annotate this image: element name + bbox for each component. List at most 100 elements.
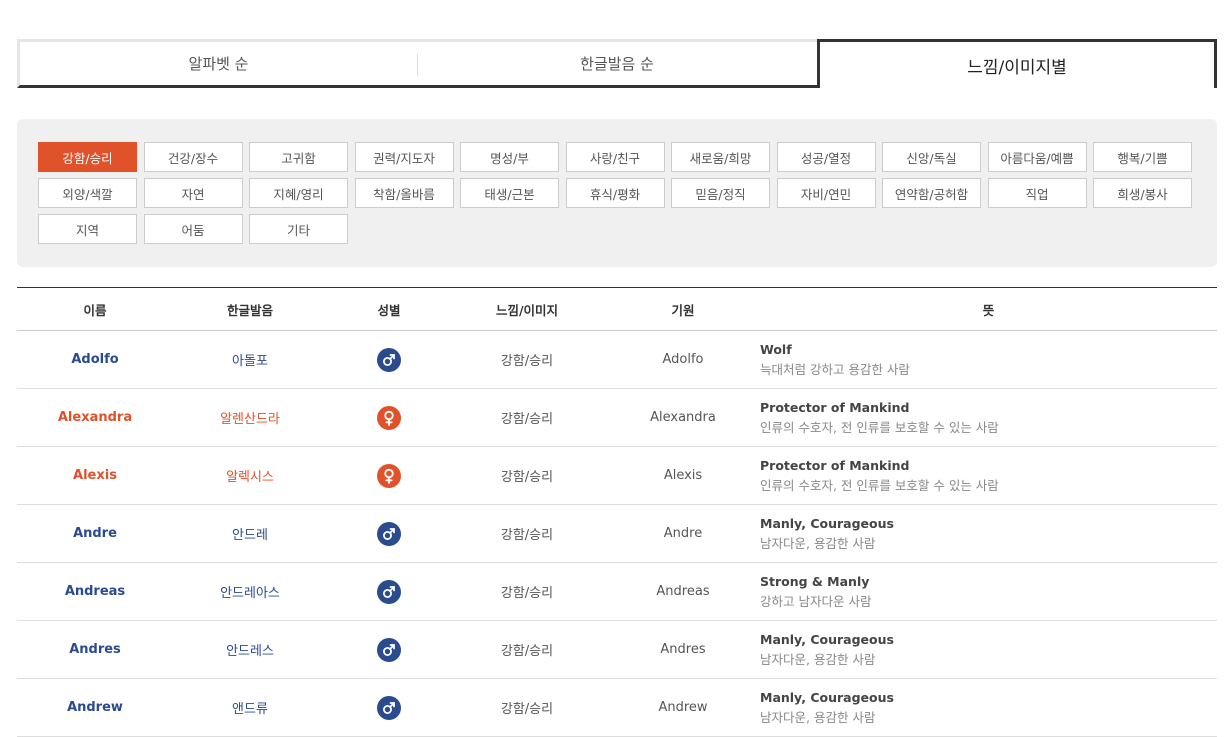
meaning-cell: Protector of Mankind 인류의 수호자, 전 인류를 보호할 수…	[760, 447, 1210, 504]
meaning-title: Manly, Courageous	[760, 631, 894, 647]
origin-cell: Alexis	[663, 468, 703, 483]
meaning-title: Wolf	[760, 341, 792, 357]
gender-cell	[369, 505, 409, 562]
male-symbol-icon	[377, 347, 401, 372]
tab-feeling-image[interactable]: 느낌/이미지별	[817, 39, 1217, 88]
category-button[interactable]: 기타	[249, 214, 348, 244]
category-button[interactable]: 명성/부	[460, 142, 559, 172]
origin-cell: Andrew	[658, 700, 708, 715]
gender-cell	[369, 563, 409, 620]
male-symbol-icon	[377, 579, 401, 604]
table-row[interactable]: Adolfo 아돌포 강함/승리 Adolfo Wolf 늑대처럼 강하고 용감한 사람	[17, 331, 1217, 389]
category-button[interactable]: 희생/봉사	[1093, 178, 1192, 208]
table-row[interactable]: Andre 안드레 강함/승리 Andre Manly, Courageous 남자다운,…	[17, 505, 1217, 563]
category-button[interactable]: 성공/열정	[776, 142, 876, 172]
table-row[interactable]: Alexandra 알렌산드라 강함/승리 Alexandra Protector of…	[17, 389, 1217, 447]
category-button[interactable]: 어둠	[143, 214, 243, 244]
gender-cell	[369, 621, 409, 678]
meaning-cell: Protector of Mankind 인류의 수호자, 전 인류를 보호할 수…	[760, 389, 1210, 446]
name-link[interactable]: Alexis	[35, 447, 155, 504]
meaning-cell: Wolf 늑대처럼 강하고 용감한 사람	[760, 331, 1210, 388]
category-button[interactable]: 믿음/정직	[671, 178, 770, 208]
meaning-description: 남자다운, 용감한 사람	[760, 535, 876, 551]
category-button[interactable]: 지혜/영리	[249, 178, 348, 208]
feeling-cell: 강함/승리	[500, 528, 554, 543]
meaning-title: Manly, Courageous	[760, 689, 894, 705]
male-symbol-icon	[377, 521, 401, 546]
meaning-description: 남자다운, 용감한 사람	[760, 651, 876, 667]
sort-tabs: 알파벳 순 한글발음 순 느낌/이미지별	[17, 39, 1217, 88]
female-symbol-icon	[377, 405, 401, 430]
meaning-cell: Manly, Courageous 남자다운, 용감한 사람	[760, 679, 1210, 736]
meaning-title: Manly, Courageous	[760, 515, 894, 531]
table-row[interactable]: Alexis 알렉시스 강함/승리 Alexis Protector of Mankin…	[17, 447, 1217, 505]
header-name: 이름	[83, 302, 107, 318]
header-origin: 기원	[671, 302, 695, 318]
meaning-title: Strong & Manly	[760, 573, 870, 589]
korean-pronunciation: 알렌산드라	[220, 412, 280, 427]
category-button[interactable]: 외양/색깔	[38, 178, 137, 208]
male-symbol-icon	[377, 637, 401, 662]
meaning-title: Protector of Mankind	[760, 457, 910, 473]
male-symbol-icon	[377, 695, 401, 720]
meaning-title: Protector of Mankind	[760, 399, 910, 415]
tab-alphabet[interactable]: 알파벳 순	[17, 39, 417, 88]
meaning-cell: Manly, Courageous 남자다운, 용감한 사람	[760, 505, 1210, 562]
meaning-cell: Strong & Manly 강하고 남자다운 사람	[760, 563, 1210, 620]
origin-cell: Andre	[663, 526, 703, 541]
gender-cell	[369, 447, 409, 504]
table-row[interactable]: Andres 안드레스 강함/승리 Andres Manly, Courageous 남자…	[17, 621, 1217, 679]
header-korean: 한글발음	[226, 302, 273, 318]
gender-cell	[369, 331, 409, 388]
tab-korean-pronunciation[interactable]: 한글발음 순	[417, 39, 817, 88]
origin-cell: Adolfo	[662, 352, 704, 367]
header-meaning: 뜻	[982, 302, 995, 318]
feeling-cell: 강함/승리	[500, 644, 554, 659]
korean-pronunciation: 안드레아스	[220, 586, 280, 601]
category-button[interactable]: 사랑/친구	[565, 142, 665, 172]
category-button[interactable]: 건강/장수	[143, 142, 243, 172]
category-button[interactable]: 자비/연민	[776, 178, 876, 208]
table-body: Adolfo 아돌포강함/승리 Adolfo Wolf 늑대처럼 강하고 용감한 사람 A…	[17, 331, 1217, 737]
name-link[interactable]: Andrew	[35, 679, 155, 736]
meaning-description: 늑대처럼 강하고 용감한 사람	[760, 361, 910, 377]
name-link[interactable]: Adolfo	[35, 331, 155, 388]
name-link[interactable]: Alexandra	[35, 389, 155, 446]
korean-pronunciation: 안드레	[232, 528, 268, 543]
names-table: 이름 한글발음 성별 느낌/이미지 기원 뜻 Adolfo 아돌포 강함/승리 Ado…	[17, 287, 1217, 737]
category-button[interactable]: 지역	[38, 214, 137, 244]
gender-cell	[369, 679, 409, 736]
table-row[interactable]: Andreas 안드레아스 강함/승리 Andreas Strong & Manly 강하…	[17, 563, 1217, 621]
category-button[interactable]: 강함/승리	[38, 142, 137, 172]
meaning-description: 인류의 수호자, 전 인류를 보호할 수 있는 사람	[760, 477, 999, 493]
name-link[interactable]: Andre	[35, 505, 155, 562]
meaning-description: 강하고 남자다운 사람	[760, 593, 872, 609]
category-button[interactable]: 자연	[143, 178, 243, 208]
gender-cell	[369, 389, 409, 446]
category-button[interactable]: 행복/기쁨	[1093, 142, 1192, 172]
category-button[interactable]: 권력/지도자	[354, 142, 454, 172]
category-panel: 강함/승리 건강/장수 고귀함 권력/지도자 명성/부 사랑/친구 새로움/희망 성공/열정 신…	[17, 119, 1217, 267]
origin-cell: Andres	[660, 642, 706, 657]
category-button[interactable]: 착함/올바름	[354, 178, 454, 208]
name-link[interactable]: Andreas	[35, 563, 155, 620]
category-button[interactable]: 태생/근본	[460, 178, 559, 208]
category-button[interactable]: 신앙/독실	[882, 142, 981, 172]
name-link[interactable]: Andres	[35, 621, 155, 678]
category-button[interactable]: 연약함/공허함	[882, 178, 981, 208]
feeling-cell: 강함/승리	[500, 470, 554, 485]
origin-cell: Andreas	[656, 584, 710, 599]
meaning-description: 남자다운, 용감한 사람	[760, 709, 876, 725]
category-button[interactable]: 새로움/희망	[671, 142, 770, 172]
female-symbol-icon	[377, 463, 401, 488]
category-button[interactable]: 아름다움/예쁨	[987, 142, 1087, 172]
feeling-cell: 강함/승리	[500, 412, 554, 427]
category-button[interactable]: 고귀함	[249, 142, 348, 172]
header-gender: 성별	[377, 302, 401, 318]
category-button[interactable]: 직업	[987, 178, 1087, 208]
table-row[interactable]: Andrew 앤드류 강함/승리 Andrew Manly, Courageous 남자다…	[17, 679, 1217, 737]
korean-pronunciation: 아돌포	[232, 354, 268, 369]
feeling-cell: 강함/승리	[500, 586, 554, 601]
header-feeling: 느낌/이미지	[495, 302, 559, 318]
category-button[interactable]: 휴식/평화	[565, 178, 665, 208]
